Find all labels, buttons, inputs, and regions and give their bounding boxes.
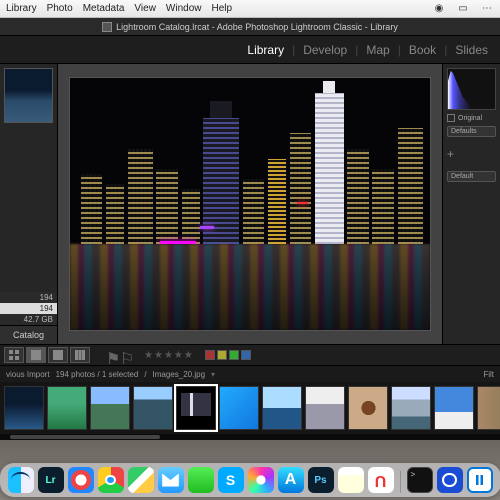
color-label-green[interactable] [229, 350, 239, 360]
filmstrip-filter-label[interactable]: Filt [483, 370, 494, 379]
menubar-cloud-icon[interactable]: ◉ [432, 3, 446, 15]
module-picker: Library | Develop | Map | Book | Slides [0, 36, 500, 64]
dock-app-pause[interactable] [467, 467, 493, 493]
original-label: Original [458, 115, 482, 122]
filmstrip-thumb[interactable] [348, 386, 388, 430]
filmstrip-thumb[interactable] [4, 386, 44, 430]
mac-menubar: Library Photo Metadata View Window Help … [0, 0, 500, 18]
dock-app-chrome[interactable] [98, 467, 124, 493]
dock-app-itunes[interactable] [248, 467, 274, 493]
dock-app-maps[interactable] [128, 467, 154, 493]
menu-metadata[interactable]: Metadata [83, 3, 125, 14]
color-label-blue[interactable] [241, 350, 251, 360]
menu-photo[interactable]: Photo [47, 3, 73, 14]
dock-app-magnet[interactable] [368, 467, 394, 493]
histogram[interactable] [447, 68, 496, 110]
menubar-extra-icon[interactable]: ⋯ [480, 3, 494, 15]
module-map[interactable]: Map [358, 36, 397, 63]
filmstrip-thumb-selected[interactable] [176, 386, 216, 430]
loupe-view-button[interactable] [26, 347, 46, 363]
dock-app-notes[interactable] [338, 467, 364, 493]
filmstrip-thumb[interactable] [262, 386, 302, 430]
module-book[interactable]: Book [401, 36, 444, 63]
dock-divider [400, 471, 401, 493]
checkbox-icon[interactable] [447, 114, 455, 122]
document-icon [102, 22, 112, 32]
dock-app-photoshop[interactable] [308, 467, 334, 493]
flag-reject-icon[interactable]: ⚐ [120, 349, 132, 361]
dock-app-messages[interactable] [188, 467, 214, 493]
grid-view-button[interactable] [4, 347, 24, 363]
right-panel: Original Defaults + Default [442, 64, 500, 344]
loupe-view[interactable] [58, 64, 442, 344]
module-develop[interactable]: Develop [295, 36, 355, 63]
menu-library[interactable]: Library [6, 3, 37, 14]
star-icon[interactable]: ★ [174, 350, 183, 361]
filmstrip-thumb[interactable] [434, 386, 474, 430]
survey-view-button[interactable] [70, 347, 90, 363]
filmstrip-thumb[interactable] [47, 386, 87, 430]
filmstrip-thumb[interactable] [133, 386, 173, 430]
scrollbar-handle[interactable] [10, 435, 160, 439]
compare-view-button[interactable] [48, 347, 68, 363]
stat-photo-count-selected[interactable]: 194 [0, 303, 57, 314]
original-checkbox-row[interactable]: Original [447, 114, 496, 122]
macos-dock [0, 463, 500, 497]
dock-app-finder[interactable] [8, 467, 34, 493]
color-label-yellow[interactable] [217, 350, 227, 360]
default-button[interactable]: Default [447, 171, 496, 182]
window-title-text: Lightroom Catalog.lrcat - Adobe Photosho… [116, 22, 398, 32]
stat-storage-size: 42.7 GB [0, 314, 57, 325]
dock-app-terminal[interactable] [407, 467, 433, 493]
dock-app-skype[interactable] [218, 467, 244, 493]
filmstrip-thumb[interactable] [305, 386, 345, 430]
filmstrip-thumb[interactable] [90, 386, 130, 430]
dock-app-1password[interactable] [437, 467, 463, 493]
filmstrip-source[interactable]: vious Import [6, 370, 50, 379]
dock-app-appstore[interactable] [278, 467, 304, 493]
menu-window[interactable]: Window [166, 3, 202, 14]
window-titlebar: Lightroom Catalog.lrcat - Adobe Photosho… [0, 18, 500, 36]
star-icon[interactable]: ★ [184, 350, 193, 361]
star-icon[interactable]: ★ [154, 350, 163, 361]
star-icon[interactable]: ★ [164, 350, 173, 361]
filmstrip-thumb[interactable] [477, 386, 500, 430]
star-icon[interactable]: ★ [144, 350, 153, 361]
left-panel: 194 194 42.7 GB Catalog [0, 64, 58, 344]
dock-app-safari[interactable] [68, 467, 94, 493]
add-panel-icon[interactable]: + [447, 141, 496, 167]
color-label-red[interactable] [205, 350, 215, 360]
main-photo [70, 78, 430, 330]
library-toolbar: ⚑ ⚐ ★ ★ ★ ★ ★ [0, 344, 500, 366]
filmstrip-filename: Images_20.jpg [153, 370, 205, 379]
dock-app-lightroom[interactable] [38, 467, 64, 493]
filmstrip-header: vious Import 194 photos / 1 selected / I… [0, 366, 500, 382]
navigator-thumbnail[interactable] [4, 68, 53, 123]
rating-stars[interactable]: ★ ★ ★ ★ ★ [144, 350, 193, 361]
filmstrip-count: 194 photos / 1 selected [56, 370, 139, 379]
module-slideshow[interactable]: Slides [447, 36, 496, 63]
menu-view[interactable]: View [134, 3, 156, 14]
desktop-area [0, 440, 500, 500]
dock-app-mail[interactable] [158, 467, 184, 493]
catalog-panel-header[interactable]: Catalog [0, 325, 57, 344]
flag-pick-icon[interactable]: ⚑ [106, 349, 118, 361]
module-library[interactable]: Library [239, 36, 292, 63]
filmstrip[interactable] [0, 382, 500, 434]
menu-help[interactable]: Help [212, 3, 233, 14]
defaults-button[interactable]: Defaults [447, 126, 496, 137]
filmstrip-thumb[interactable] [391, 386, 431, 430]
stat-photo-count[interactable]: 194 [0, 292, 57, 303]
menubar-display-icon[interactable]: ▭ [456, 3, 470, 15]
main-area: 194 194 42.7 GB Catalog [0, 64, 500, 344]
filmstrip-thumb[interactable] [219, 386, 259, 430]
